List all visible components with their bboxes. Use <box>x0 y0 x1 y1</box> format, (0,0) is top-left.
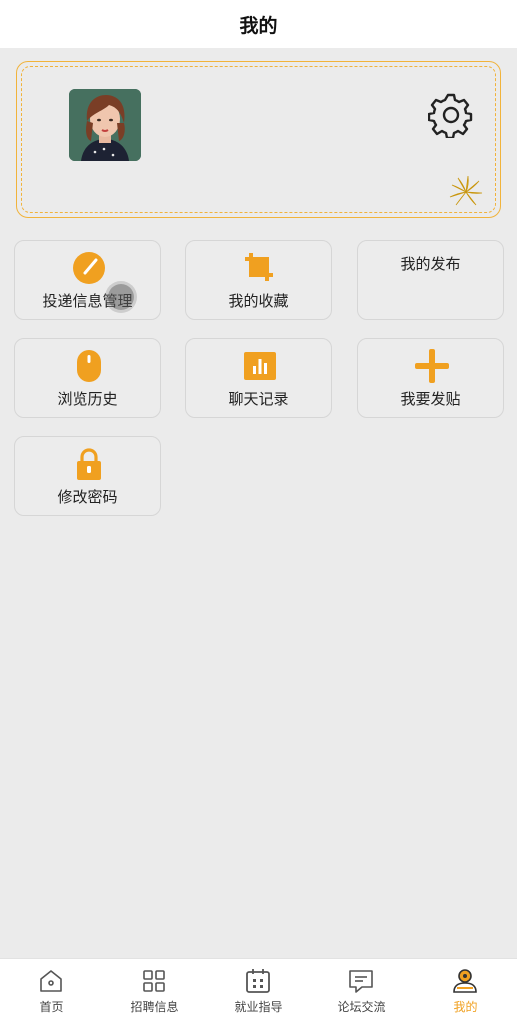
crop-icon <box>243 251 277 285</box>
bottom-tab-bar: 首页 招聘信息 就业指导 论坛交流 我的 <box>0 958 517 1024</box>
mouse-icon <box>72 349 106 383</box>
profile-card <box>16 61 501 218</box>
page-title: 我的 <box>239 14 278 37</box>
message-icon <box>348 968 374 994</box>
menu-item-change-password[interactable]: 修改密码 <box>14 436 161 516</box>
menu-item-browse-history[interactable]: 浏览历史 <box>14 338 161 418</box>
menu-item-my-posts[interactable]: 我的发布 <box>357 240 504 320</box>
user-icon <box>452 968 478 994</box>
menu-label: 我的发布 <box>400 255 461 273</box>
calendar-icon <box>245 968 271 994</box>
avatar[interactable] <box>69 89 141 161</box>
menu-label: 我的收藏 <box>228 292 289 310</box>
plus-icon <box>415 349 449 383</box>
tab-career-guidance[interactable]: 就业指导 <box>207 959 310 1024</box>
gear-icon[interactable] <box>427 92 474 140</box>
tab-label: 招聘信息 <box>130 1000 179 1014</box>
tab-label: 首页 <box>39 1000 64 1014</box>
tab-mine[interactable]: 我的 <box>414 959 517 1024</box>
profile-page: 我的 投递信息管理 我的收藏 我的发布 浏览历史 聊天记录 我要发贴 修改密码 … <box>0 0 517 1024</box>
touch-indicator <box>108 284 134 310</box>
menu-label: 聊天记录 <box>228 390 289 408</box>
tab-label: 论坛交流 <box>337 1000 386 1014</box>
bar-chart-icon <box>243 349 277 383</box>
tab-job-listings[interactable]: 招聘信息 <box>103 959 206 1024</box>
menu-item-new-post[interactable]: 我要发贴 <box>357 338 504 418</box>
gauge-icon <box>72 251 106 285</box>
avatar-image <box>69 89 141 161</box>
menu-item-chat-history[interactable]: 聊天记录 <box>185 338 332 418</box>
header-bar: 我的 <box>0 0 517 48</box>
menu-label: 我要发贴 <box>400 390 461 408</box>
tab-forum[interactable]: 论坛交流 <box>310 959 413 1024</box>
menu-label: 修改密码 <box>57 488 118 506</box>
home-icon <box>38 968 64 994</box>
menu-item-my-favorites[interactable]: 我的收藏 <box>185 240 332 320</box>
tab-label: 我的 <box>453 1000 478 1014</box>
menu-label: 投递信息管理 <box>42 292 133 310</box>
leaf-decoration-icon <box>448 175 484 209</box>
menu-item-delivery-management[interactable]: 投递信息管理 <box>14 240 161 320</box>
tab-home[interactable]: 首页 <box>0 959 103 1024</box>
lock-icon <box>72 447 106 481</box>
grid-icon <box>141 968 167 994</box>
tab-label: 就业指导 <box>234 1000 283 1014</box>
menu-label: 浏览历史 <box>57 390 118 408</box>
